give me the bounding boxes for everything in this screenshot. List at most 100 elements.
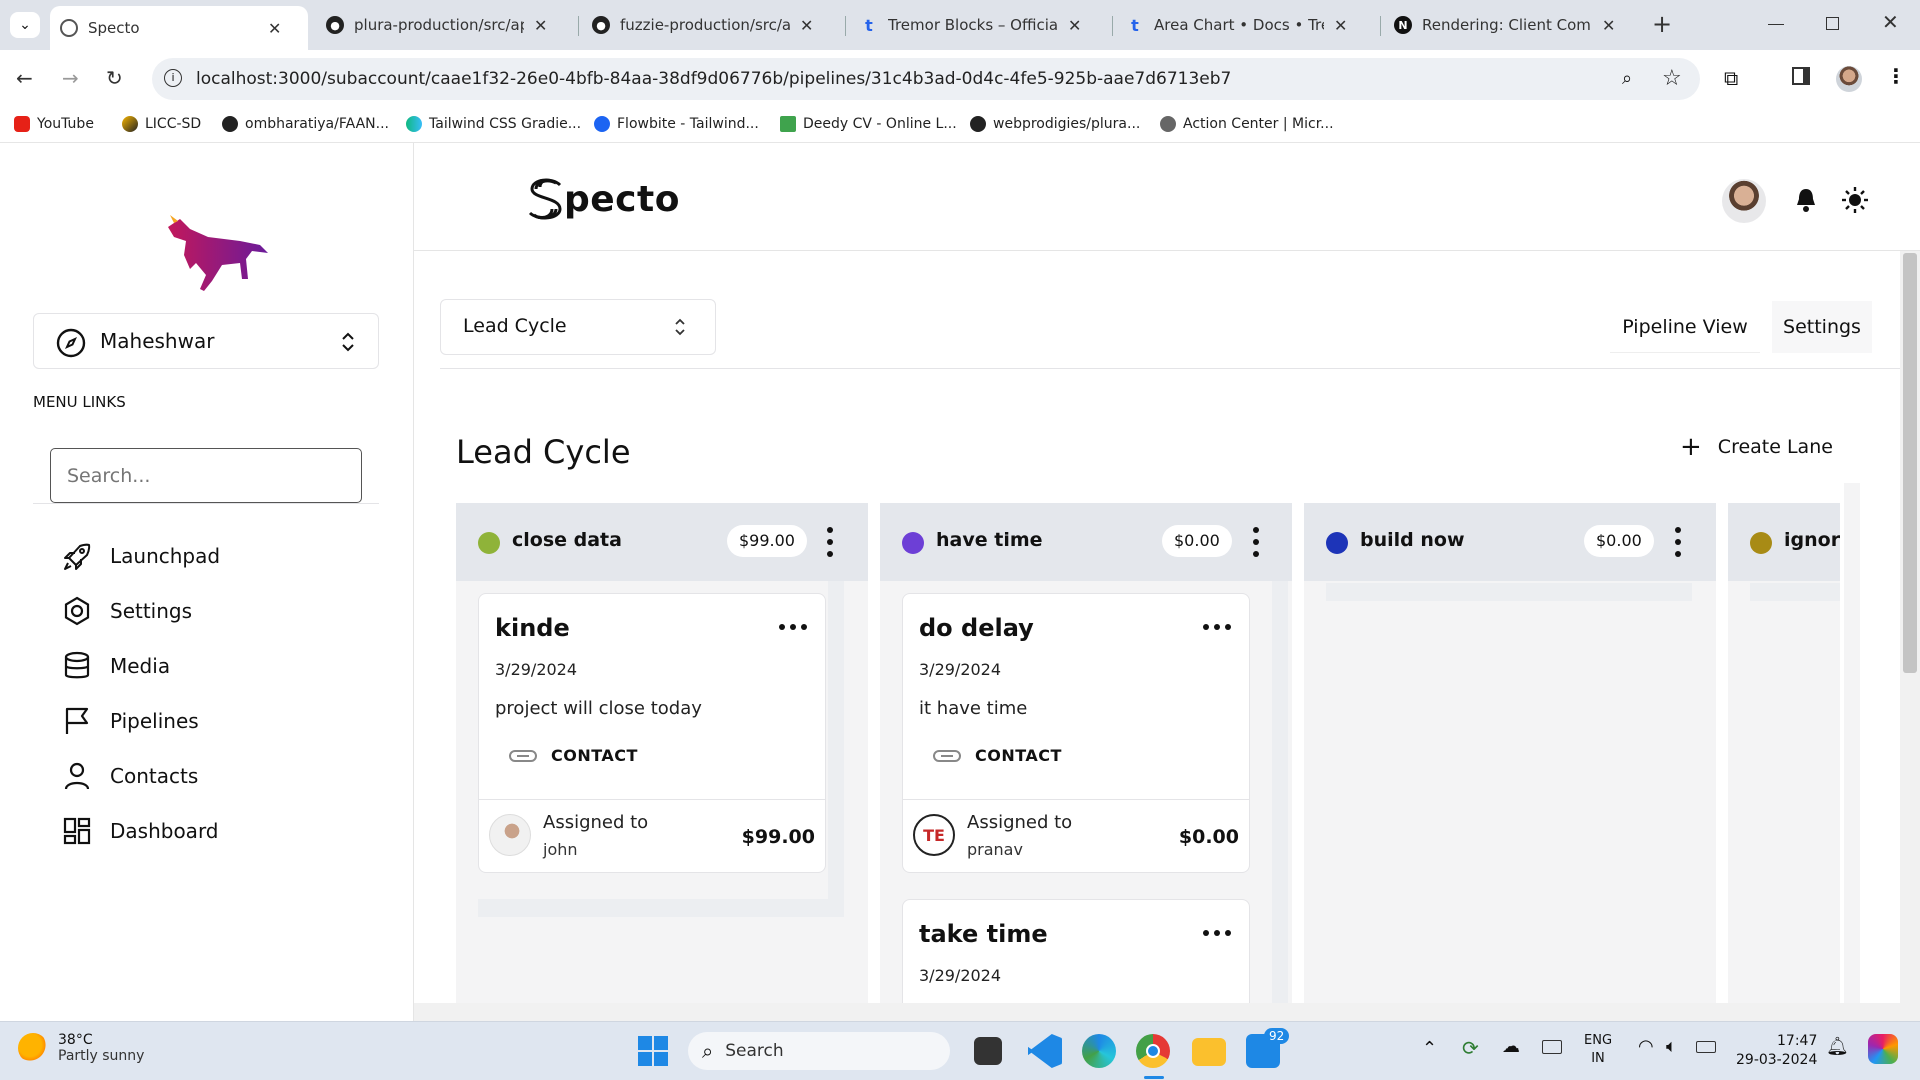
site-info-icon[interactable]: i — [164, 69, 182, 87]
close-tab-icon[interactable]: ✕ — [268, 19, 281, 38]
close-tab-icon[interactable]: ✕ — [1334, 16, 1347, 35]
tab-tremor-blocks[interactable]: t Tremor Blocks – Official Tre ✕ — [850, 8, 1106, 42]
lane-amount-badge: $0.00 — [1584, 525, 1654, 557]
page-vertical-scrollbar[interactable] — [1900, 251, 1920, 1021]
task-view-icon[interactable] — [974, 1037, 1002, 1065]
taskbar-search[interactable]: ⌕ Search — [688, 1032, 950, 1070]
sidebar-item-media[interactable]: Media — [62, 651, 170, 681]
browser-menu-icon[interactable]: ⋮ — [1886, 64, 1906, 88]
onedrive-icon[interactable]: ☁ — [1502, 1036, 1520, 1057]
restore-icon[interactable] — [1826, 17, 1839, 30]
reload-icon[interactable]: ↻ — [106, 66, 123, 90]
bell-icon[interactable] — [1794, 187, 1818, 213]
bookmark-youtube[interactable]: YouTube — [14, 116, 94, 132]
ticket-date: 3/29/2024 — [919, 966, 1002, 985]
battery-icon[interactable] — [1696, 1041, 1716, 1053]
minimize-icon[interactable] — [1768, 24, 1784, 25]
copilot-icon[interactable] — [1868, 1034, 1898, 1064]
new-tab-icon[interactable]: + — [1652, 10, 1672, 38]
notifications-bell-icon[interactable]: 🔔︎ — [1826, 1036, 1849, 1057]
sidebar-search-input[interactable] — [50, 448, 362, 503]
close-tab-icon[interactable]: ✕ — [800, 16, 813, 35]
file-explorer-icon[interactable] — [1192, 1038, 1226, 1066]
tab-fuzzie[interactable]: ● fuzzie-production/src/app/ ✕ — [582, 8, 838, 42]
ticket-contact-link[interactable]: CONTACT — [509, 746, 638, 765]
create-lane-button[interactable]: + Create Lane — [1680, 432, 1833, 462]
tab-rendering[interactable]: N Rendering: Client Compon ✕ — [1384, 8, 1640, 42]
lane-vertical-scrollbar[interactable] — [1272, 581, 1288, 1021]
address-bar[interactable]: i localhost:3000/subaccount/caae1f32-26e… — [152, 58, 1700, 100]
ticket-menu-icon[interactable] — [779, 624, 807, 630]
bookmark-tailwind[interactable]: Tailwind CSS Gradie... — [406, 116, 581, 132]
weather-widget[interactable]: 38°C Partly sunny — [18, 1032, 144, 1064]
scrollbar-thumb[interactable] — [1903, 253, 1917, 673]
ticket-contact-link[interactable]: CONTACT — [933, 746, 1062, 765]
lane-close-data[interactable]: close data $99.00 kinde 3/29/2024 projec… — [456, 503, 868, 1021]
lane-ignore[interactable]: ignore — [1728, 503, 1840, 1021]
lane-have-time[interactable]: have time $0.00 do delay 3/29/2024 it ha… — [880, 503, 1292, 1021]
lane-horizontal-scrollbar[interactable] — [1750, 583, 1840, 601]
edge-icon[interactable] — [1082, 1034, 1116, 1068]
bookmark-action-center[interactable]: Action Center | Micr... — [1160, 116, 1334, 132]
profile-avatar[interactable] — [1836, 66, 1862, 92]
ticket-menu-icon[interactable] — [1203, 930, 1231, 936]
chrome-icon[interactable] — [1136, 1034, 1170, 1068]
zoom-icon[interactable]: ⌕ — [1622, 68, 1632, 89]
tab-settings[interactable]: Settings — [1772, 301, 1872, 353]
user-avatar[interactable] — [1722, 179, 1766, 223]
ticket-card-kinde[interactable]: kinde 3/29/2024 project will close today… — [478, 593, 826, 873]
bookmark-flowbite[interactable]: Flowbite - Tailwind... — [594, 116, 759, 132]
github-icon: ● — [326, 16, 344, 34]
bookmark-github-faan[interactable]: ombharatiya/FAAN... — [222, 116, 389, 132]
close-tab-icon[interactable]: ✕ — [534, 16, 547, 35]
sidebar-item-contacts[interactable]: Contacts — [62, 761, 198, 791]
ticket-menu-icon[interactable] — [1203, 624, 1231, 630]
close-window-icon[interactable]: ✕ — [1882, 10, 1899, 34]
forward-icon[interactable]: → — [62, 66, 79, 90]
url-text[interactable]: localhost:3000/subaccount/caae1f32-26e0-… — [196, 69, 1231, 89]
back-icon[interactable]: ← — [16, 66, 33, 90]
tremor-icon: t — [865, 15, 873, 35]
clock[interactable]: 17:47 29-03-2024 — [1736, 1032, 1817, 1070]
bookmark-deedy[interactable]: Deedy CV - Online L... — [780, 116, 957, 132]
vscode-icon[interactable] — [1028, 1034, 1062, 1068]
sync-icon[interactable]: ⟳ — [1462, 1036, 1479, 1060]
volume-icon[interactable]: 🔈︎ — [1666, 1036, 1677, 1057]
sidebar-item-launchpad[interactable]: Launchpad — [62, 541, 220, 571]
account-switcher[interactable]: Maheshwar — [33, 313, 379, 369]
sun-icon[interactable] — [1842, 187, 1868, 213]
close-tab-icon[interactable]: ✕ — [1602, 16, 1615, 35]
language-indicator[interactable]: ENG IN — [1584, 1032, 1612, 1068]
ticket-card-do-delay[interactable]: do delay 3/29/2024 it have time CONTACT … — [902, 593, 1250, 873]
close-tab-icon[interactable]: ✕ — [1068, 16, 1081, 35]
lane-menu-icon[interactable] — [1675, 527, 1681, 557]
notification-badge: 92 — [1264, 1028, 1290, 1044]
lane-horizontal-scrollbar[interactable] — [1326, 583, 1692, 601]
side-panel-icon[interactable] — [1792, 67, 1810, 85]
board-vertical-scrollbar[interactable] — [1844, 483, 1860, 1021]
tray-chevron-icon[interactable]: ⌃ — [1422, 1038, 1437, 1059]
lane-vertical-scrollbar[interactable] — [828, 581, 844, 899]
sidebar-item-dashboard[interactable]: Dashboard — [62, 816, 219, 846]
bookmark-star-icon[interactable]: ☆ — [1662, 66, 1682, 91]
windows-start-icon[interactable] — [638, 1036, 668, 1066]
tab-pipeline-view[interactable]: Pipeline View — [1610, 301, 1760, 353]
tab-search-dropdown-icon[interactable]: ⌄ — [10, 12, 40, 38]
lane-horizontal-scrollbar[interactable] — [478, 899, 844, 917]
sidebar-item-pipelines[interactable]: Pipelines — [62, 706, 199, 736]
wifi-icon[interactable]: ◠ — [1638, 1036, 1654, 1057]
bookmark-github-plura[interactable]: webprodigies/plura... — [970, 116, 1140, 132]
lane-menu-icon[interactable] — [827, 527, 833, 557]
sidebar-item-settings[interactable]: Settings — [62, 596, 192, 626]
tab-specto[interactable]: Specto ✕ — [50, 6, 308, 50]
bookmark-licc[interactable]: LICC-SD — [122, 116, 201, 132]
keyboard-icon[interactable] — [1542, 1040, 1562, 1054]
pipeline-selector[interactable]: Lead Cycle — [440, 299, 716, 355]
extensions-icon[interactable]: ⧉ — [1724, 66, 1738, 90]
plus-icon: + — [1680, 432, 1702, 462]
tab-plura[interactable]: ● plura-production/src/app/( ✕ — [316, 8, 572, 42]
tab-area-chart[interactable]: t Area Chart • Docs • Tremor ✕ — [1116, 8, 1372, 42]
page-horizontal-scrollbar[interactable] — [414, 1003, 1900, 1021]
lane-build-now[interactable]: build now $0.00 — [1304, 503, 1716, 1021]
lane-menu-icon[interactable] — [1253, 527, 1259, 557]
